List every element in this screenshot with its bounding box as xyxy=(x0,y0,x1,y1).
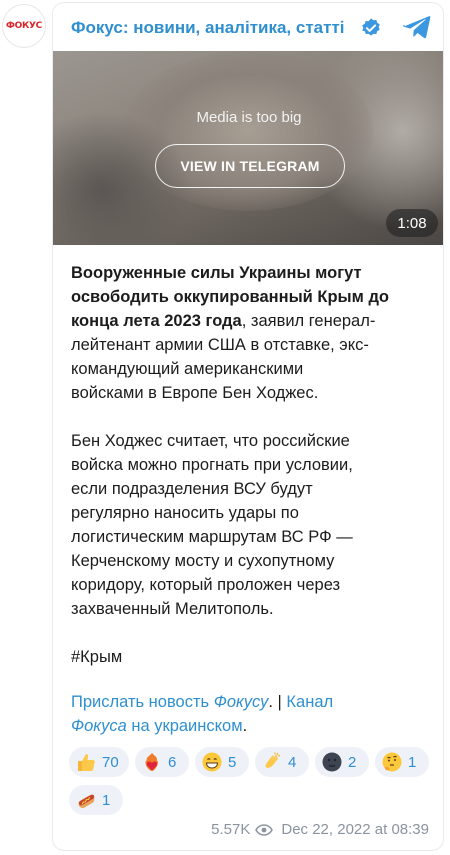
reaction-clapping-hands[interactable]: 4 xyxy=(255,747,309,777)
send-news-link-italic[interactable]: Фокусу xyxy=(214,693,269,711)
text-line: командующий американскими xyxy=(71,360,304,378)
reaction-count: 1 xyxy=(408,753,417,771)
hashtag-link[interactable]: #Крым xyxy=(71,648,122,666)
channel-name-link[interactable]: Фокус: новини, аналітика, статті xyxy=(71,18,345,38)
new-moon-face-icon xyxy=(322,752,342,772)
views-count: 5.57K xyxy=(211,821,251,838)
thinking-face-icon xyxy=(382,752,402,772)
text-line: захваченный Мелитополь. xyxy=(71,600,274,618)
clapping-hands-icon xyxy=(265,752,281,768)
text-line: коридору, который проложен через xyxy=(71,576,341,594)
text-span: , заявил генерал- xyxy=(241,312,376,330)
paragraph-2: Бен Ходжес считает, что российские войск… xyxy=(71,429,423,621)
period: . xyxy=(242,717,248,735)
message-header: Фокус: новини, аналітика, статті xyxy=(53,3,443,51)
text-line: лейтенант армии США в отставке, экс- xyxy=(71,336,369,354)
reaction-count: 4 xyxy=(288,753,297,771)
reaction-new-moon-face[interactable]: 2 xyxy=(315,747,369,777)
view-in-telegram-button[interactable]: VIEW IN TELEGRAM xyxy=(155,144,345,188)
message-bubble: Фокус: новини, аналітика, статті Media i… xyxy=(52,2,444,851)
text-line: логистическим маршрутам ВС РФ — xyxy=(71,528,353,546)
thumbs-up-icon xyxy=(78,754,95,771)
channel-avatar[interactable]: ФОКУС xyxy=(2,4,46,48)
reaction-heart-on-fire[interactable]: 6 xyxy=(135,747,189,777)
text-line: войсками в Европе Бен Ходжес. xyxy=(71,384,319,402)
reaction-hot-dog[interactable]: 1 xyxy=(69,785,123,815)
reaction-grinning-face[interactable]: 5 xyxy=(195,747,249,777)
links-paragraph: Прислать новость Фокусу. | Канал Фокуса … xyxy=(71,690,423,738)
eye-icon xyxy=(255,823,274,836)
telegram-icon[interactable] xyxy=(403,14,431,40)
text-line: Бен Ходжес считает, что российские xyxy=(71,432,350,450)
reaction-thinking-face[interactable]: 1 xyxy=(375,747,429,777)
bold-line: освободить оккупированный Крым до xyxy=(71,288,389,306)
reaction-count: 6 xyxy=(168,753,177,771)
text-line: если подразделения ВСУ будут xyxy=(71,480,313,498)
text-line: войска можно прогнать при условии, xyxy=(71,456,353,474)
reaction-count: 2 xyxy=(348,753,357,771)
post-date-link[interactable]: Dec 22, 2022 at 08:39 xyxy=(281,821,429,838)
paragraph-1: Вооруженные силы Украины могут освободит… xyxy=(71,261,423,405)
channel-link[interactable]: Канал xyxy=(286,693,333,711)
separator: . | xyxy=(268,693,287,711)
text-line: регулярно наносить удары по xyxy=(71,504,299,522)
bold-line: Вооруженные силы Украины могут xyxy=(71,264,362,282)
hashtag-paragraph: #Крым xyxy=(71,645,423,669)
channel-link[interactable]: на украинском xyxy=(127,717,242,735)
send-news-link[interactable]: Прислать новость xyxy=(71,693,214,711)
verified-badge-icon xyxy=(362,18,380,36)
text-line: Керченскому мосту и сухопутному xyxy=(71,552,335,570)
reaction-count: 5 xyxy=(228,753,237,771)
video-preview[interactable]: Media is too big VIEW IN TELEGRAM 1:08 xyxy=(53,51,443,245)
video-duration: 1:08 xyxy=(386,209,438,237)
reaction-count: 1 xyxy=(102,791,111,809)
hot-dog-icon xyxy=(78,794,95,808)
reaction-thumbs-up[interactable]: 70 xyxy=(69,747,129,777)
channel-link-italic[interactable]: Фокуса xyxy=(71,717,127,735)
reaction-count: 70 xyxy=(102,753,119,771)
heart-on-fire-icon xyxy=(145,753,158,771)
media-notice: Media is too big xyxy=(196,109,302,126)
avatar-logo-text: ФОКУС xyxy=(6,21,42,31)
grinning-face-icon xyxy=(202,752,222,772)
bold-line: конца лета 2023 года xyxy=(71,312,242,330)
message-footer: 5.57K Dec 22, 2022 at 08:39 xyxy=(211,821,429,838)
